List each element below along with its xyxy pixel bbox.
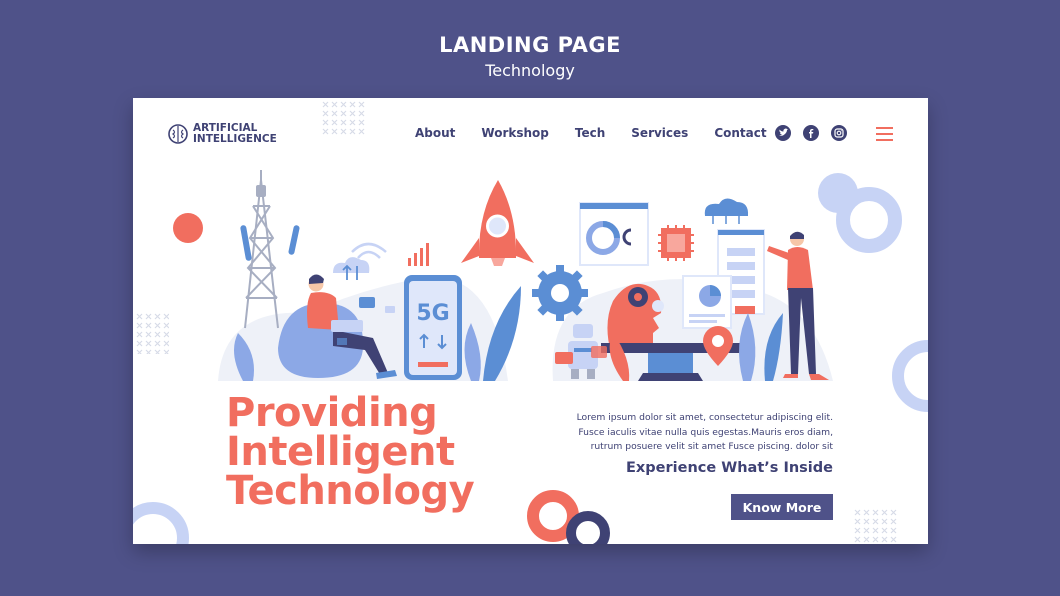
- know-more-button[interactable]: Know More: [731, 494, 833, 520]
- ring-decoration: [892, 340, 928, 412]
- signal-bars-icon: [408, 243, 429, 266]
- hero-description: Lorem ipsum dolor sit amet, consectetur …: [563, 411, 833, 455]
- rocket-icon: [461, 180, 534, 266]
- cta-heading: Experience What’s Inside: [626, 460, 833, 476]
- ring-decoration: [566, 511, 610, 544]
- headline-line: Providing: [226, 390, 438, 436]
- headline-line: Technology: [226, 468, 475, 514]
- description-line: rutrum posuere velit sit amet Fusce pisc…: [590, 441, 833, 452]
- landing-card: ARTIFICIAL INTELLIGENCE About Workshop T…: [133, 98, 928, 544]
- 5g-phone-icon: [404, 275, 462, 380]
- cloud-upload-icon: [333, 257, 370, 280]
- phone-5g-label: 5G: [416, 301, 449, 326]
- hero-headline: Providing Intelligent Technology: [226, 390, 475, 514]
- wifi-icon: [351, 242, 387, 259]
- dashboard-chart-icon: [579, 202, 649, 266]
- coral-dot-decoration: [173, 213, 203, 243]
- pie-chart-icon: [682, 275, 732, 329]
- cpu-chip-icon: [658, 225, 694, 261]
- banner-title: LANDING PAGE: [439, 33, 621, 57]
- description-line: Fusce iaculis vitae nulla quis egestas.M…: [578, 426, 833, 438]
- ring-decoration: [133, 502, 189, 544]
- gear-icon: [532, 265, 588, 321]
- cloud-network-icon: [704, 198, 749, 224]
- description-line: Lorem ipsum dolor sit amet, consectetur …: [576, 412, 833, 423]
- banner-subtitle: Technology: [485, 61, 575, 80]
- ring-decoration: [836, 187, 902, 253]
- headline-line: Intelligent: [226, 429, 455, 475]
